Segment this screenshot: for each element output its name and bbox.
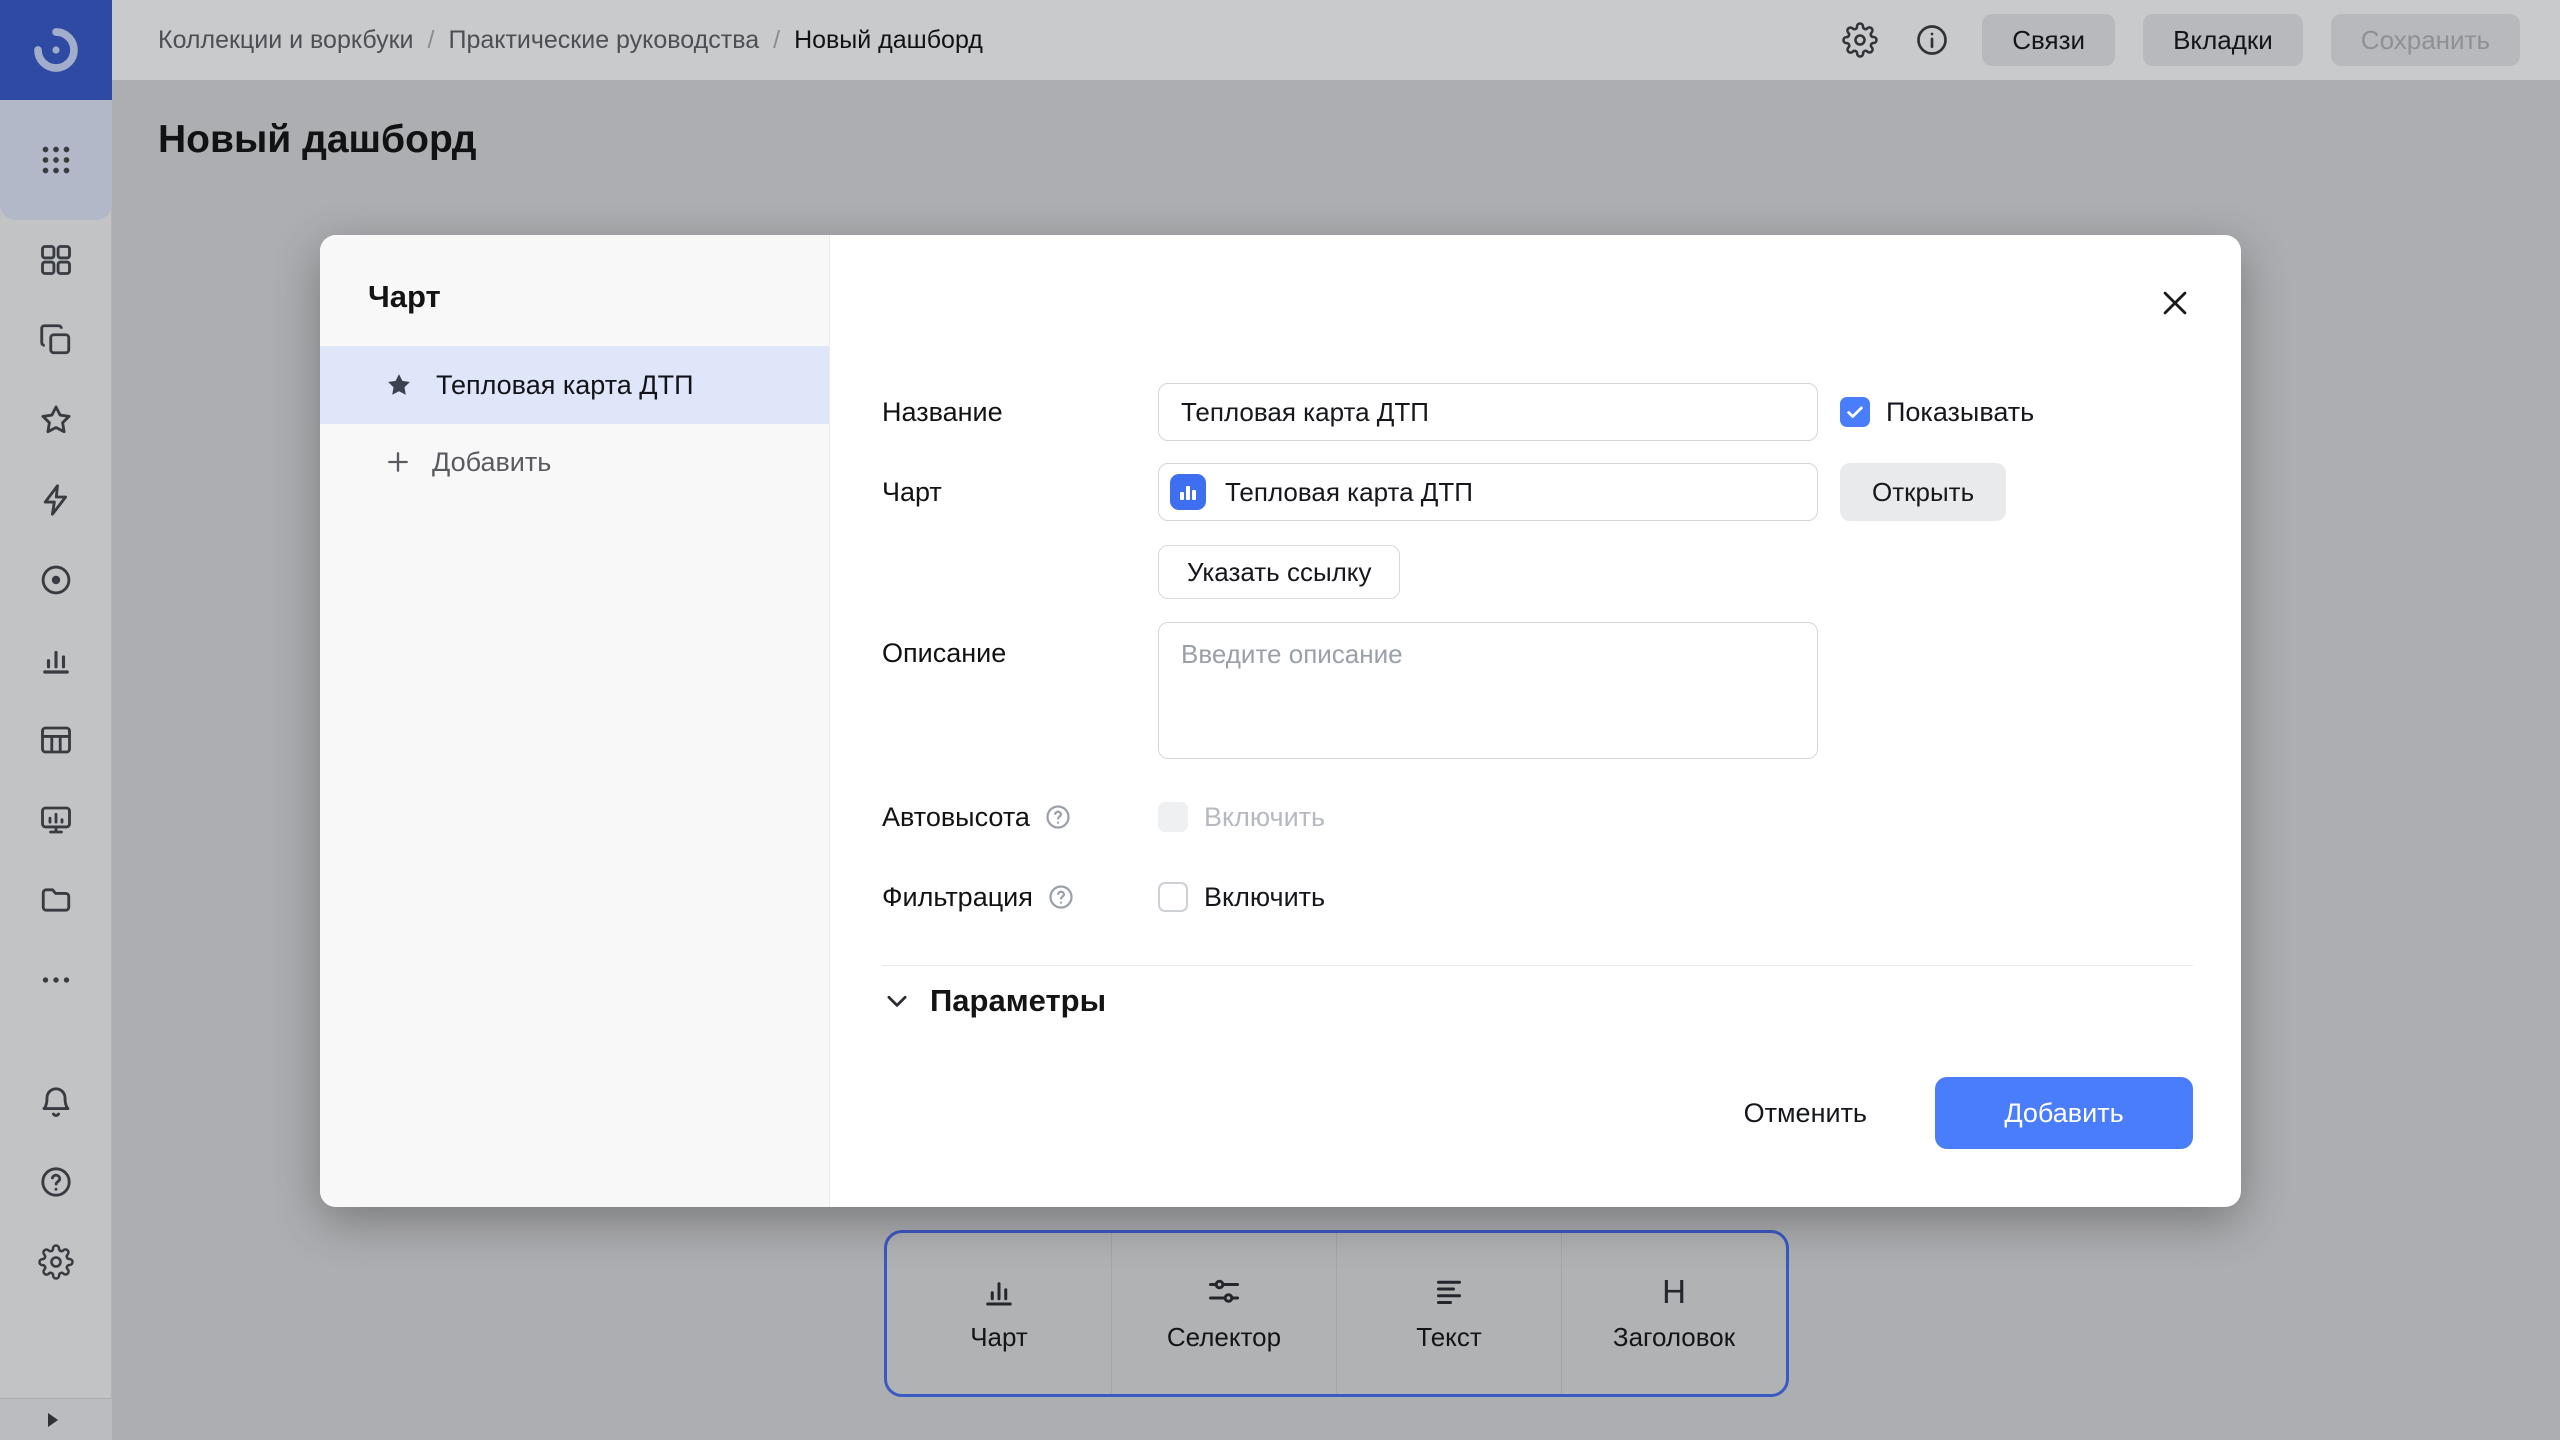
dialog-title: Чарт bbox=[368, 279, 441, 315]
open-chart-button[interactable]: Открыть bbox=[1840, 463, 2006, 521]
description-label: Описание bbox=[882, 622, 1158, 669]
cancel-button[interactable]: Отменить bbox=[1720, 1077, 1891, 1149]
chart-type-icon bbox=[1170, 474, 1206, 510]
add-tab-label: Добавить bbox=[432, 447, 551, 478]
autoheight-help-icon[interactable] bbox=[1044, 803, 1072, 831]
add-tab-button[interactable]: Добавить bbox=[320, 432, 829, 492]
chevron-down-icon bbox=[882, 986, 912, 1016]
filtering-checkbox[interactable] bbox=[1158, 882, 1188, 912]
dialog-body: Название Показывать Чарт bbox=[830, 235, 2241, 1207]
autoheight-row: Автовысота Включить bbox=[882, 797, 2193, 837]
filtering-row: Фильтрация Включить bbox=[882, 877, 2193, 917]
dialog-footer: Отменить Добавить bbox=[1720, 1077, 2193, 1149]
description-textarea[interactable] bbox=[1158, 622, 1818, 759]
filtering-help-icon[interactable] bbox=[1047, 883, 1075, 911]
chart-select-wrap bbox=[1158, 463, 1818, 521]
show-checkbox-wrap[interactable]: Показывать bbox=[1840, 397, 2034, 428]
filtering-checkbox-wrap[interactable]: Включить bbox=[1158, 882, 1325, 913]
description-row: Описание bbox=[882, 622, 2193, 759]
chart-label: Чарт bbox=[882, 477, 1158, 508]
filtering-label-wrap: Фильтрация bbox=[882, 882, 1158, 913]
chart-widget-dialog: Чарт Тепловая карта ДТП Добавить bbox=[320, 235, 2241, 1207]
close-icon[interactable] bbox=[2153, 281, 2197, 325]
plus-icon bbox=[384, 448, 412, 476]
divider bbox=[882, 965, 2193, 966]
filtering-checkbox-label: Включить bbox=[1204, 882, 1325, 913]
params-section-toggle[interactable]: Параметры bbox=[882, 979, 2193, 1023]
autoheight-label: Автовысота bbox=[882, 802, 1030, 833]
name-row: Название Показывать bbox=[882, 383, 2193, 441]
autoheight-checkbox-wrap[interactable]: Включить bbox=[1158, 802, 1325, 833]
dialog-left-panel: Чарт Тепловая карта ДТП Добавить bbox=[320, 235, 830, 1207]
name-input[interactable] bbox=[1158, 383, 1818, 441]
chart-select-input[interactable] bbox=[1158, 463, 1818, 521]
link-row: Указать ссылку bbox=[1158, 545, 1400, 599]
show-checkbox-label: Показывать bbox=[1886, 397, 2034, 428]
chart-row: Чарт Открыть bbox=[882, 463, 2193, 521]
specify-link-button[interactable]: Указать ссылку bbox=[1158, 545, 1400, 599]
star-icon bbox=[384, 370, 414, 400]
chart-list-item-selected[interactable]: Тепловая карта ДТП bbox=[320, 346, 829, 424]
app-root: Коллекции и воркбуки / Практические руко… bbox=[0, 0, 2560, 1440]
add-button[interactable]: Добавить bbox=[1935, 1077, 2193, 1149]
autoheight-label-wrap: Автовысота bbox=[882, 802, 1158, 833]
check-icon bbox=[1844, 401, 1866, 423]
chart-item-label: Тепловая карта ДТП bbox=[436, 370, 693, 401]
autoheight-checkbox-label: Включить bbox=[1204, 802, 1325, 833]
filtering-label: Фильтрация bbox=[882, 882, 1033, 913]
show-checkbox[interactable] bbox=[1840, 397, 1870, 427]
params-section-label: Параметры bbox=[930, 983, 1106, 1019]
name-label: Название bbox=[882, 397, 1158, 428]
autoheight-checkbox[interactable] bbox=[1158, 802, 1188, 832]
